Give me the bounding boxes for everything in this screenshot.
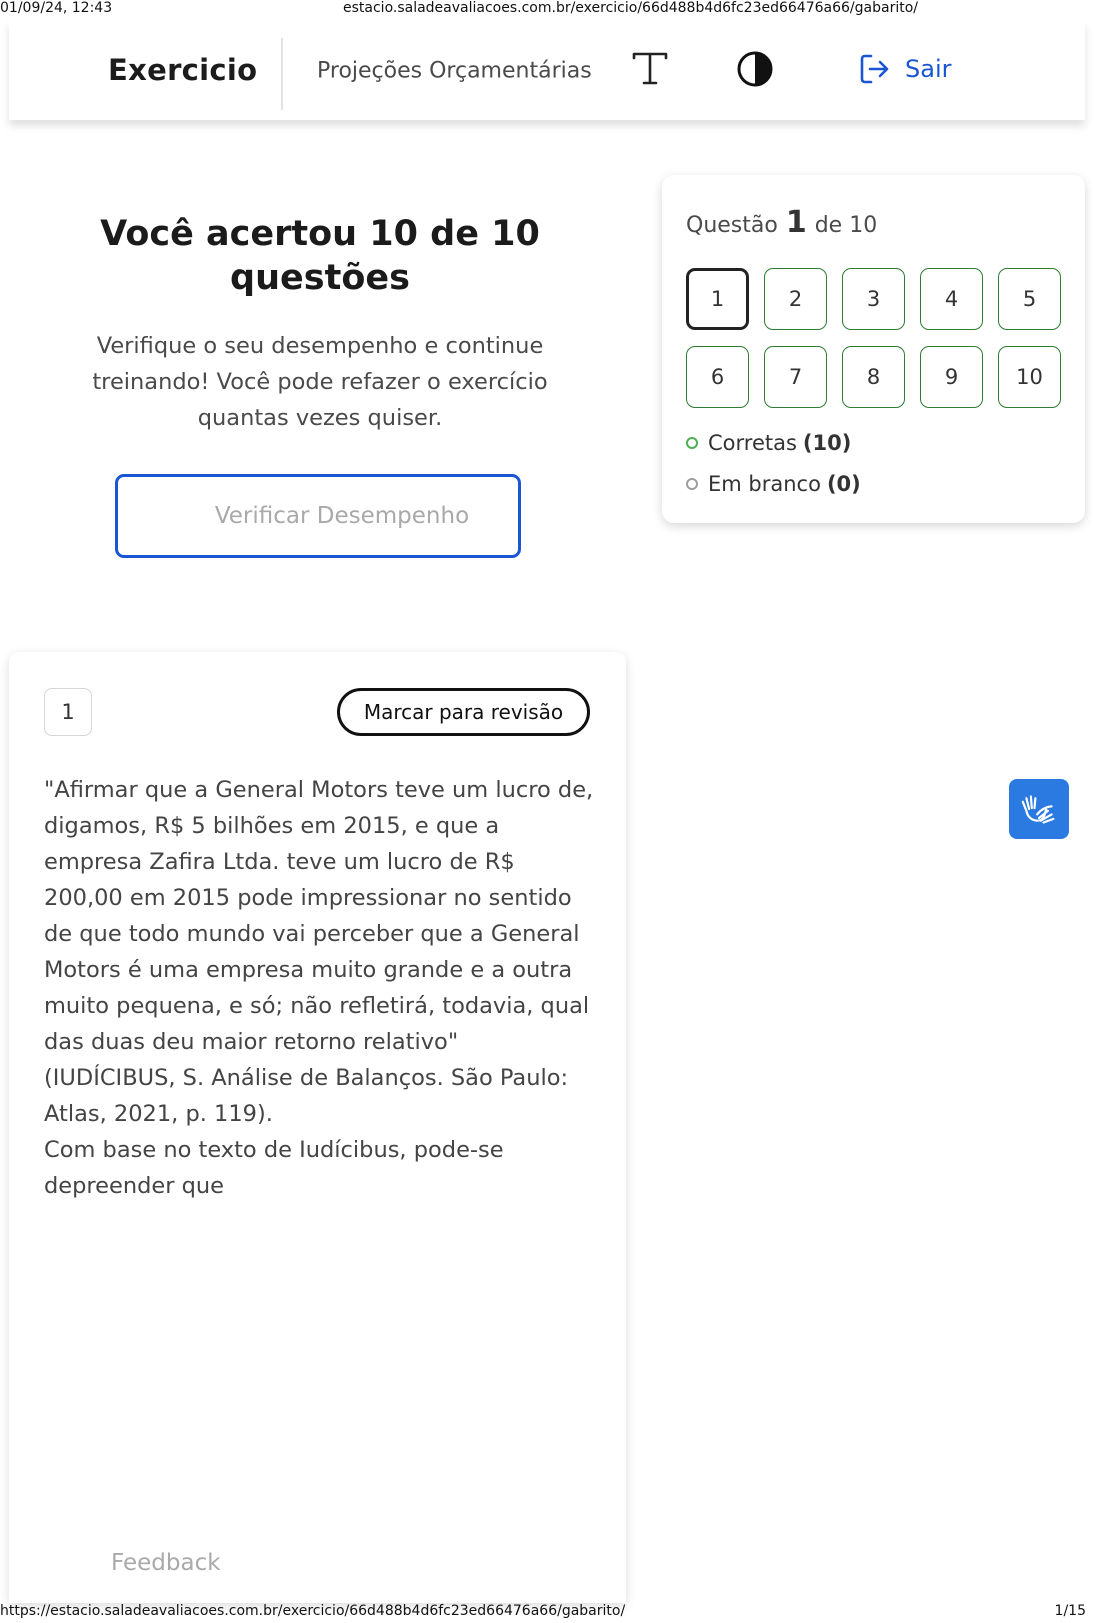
question-grid: 1 2 3 4 5 6 7 8 9 10 xyxy=(686,268,1061,408)
feedback-label[interactable]: Feedback xyxy=(111,1550,221,1576)
question-counter-current: 1 xyxy=(785,205,807,240)
nav-divider xyxy=(281,38,283,110)
legend-correct: Corretas (10) xyxy=(686,431,851,455)
question-button[interactable]: 9 xyxy=(920,346,983,408)
legend-correct-count: (10) xyxy=(802,431,852,455)
font-size-icon[interactable] xyxy=(631,48,669,88)
subject-title: Projeções Orçamentárias xyxy=(317,58,592,84)
logout-icon xyxy=(860,54,889,84)
legend-blank: Em branco (0) xyxy=(686,472,861,496)
correct-dot-icon xyxy=(686,437,698,449)
contrast-icon[interactable] xyxy=(736,50,774,88)
print-header: 01/09/24, 12:43 estacio.saladeavaliacoes… xyxy=(0,0,1094,20)
question-button[interactable]: 6 xyxy=(686,346,749,408)
question-number-badge: 1 xyxy=(44,688,92,736)
print-page-number: 1/15 xyxy=(1054,1603,1086,1619)
logout-button[interactable]: Sair xyxy=(857,50,951,88)
question-counter-prefix: Questão xyxy=(686,213,778,238)
question-statement: "Afirmar que a General Motors teve um lu… xyxy=(44,777,594,1127)
question-button[interactable]: 1 xyxy=(686,268,749,330)
question-button[interactable]: 8 xyxy=(842,346,905,408)
question-button[interactable]: 3 xyxy=(842,268,905,330)
result-description: Verifique o seu desempenho e continue tr… xyxy=(92,333,548,431)
mark-for-review-button[interactable]: Marcar para revisão xyxy=(337,688,590,736)
question-navigator: Questão 1 de 10 1 2 3 4 5 6 7 8 9 10 Cor… xyxy=(662,175,1085,523)
question-button[interactable]: 10 xyxy=(998,346,1061,408)
question-counter-suffix: de 10 xyxy=(814,213,878,238)
logout-label: Sair xyxy=(905,55,952,83)
legend-blank-label: Em branco xyxy=(708,472,821,496)
question-prompt: Com base no texto de Iudícibus, pode-se … xyxy=(44,1137,504,1199)
result-title: Você acertou 10 de 10 questões xyxy=(100,214,540,298)
print-url: https://estacio.saladeavaliacoes.com.br/… xyxy=(0,1603,626,1619)
question-text: "Afirmar que a General Motors teve um lu… xyxy=(44,772,594,1204)
top-navbar: Exercicio Projeções Orçamentárias Sair xyxy=(9,20,1085,120)
sign-language-button[interactable] xyxy=(1009,779,1069,839)
question-card: 1 Marcar para revisão "Afirmar que a Gen… xyxy=(9,652,626,1603)
print-datetime: 01/09/24, 12:43 xyxy=(0,0,113,16)
legend-blank-count: (0) xyxy=(826,472,861,496)
question-button[interactable]: 4 xyxy=(920,268,983,330)
sign-language-icon xyxy=(1021,795,1055,824)
legend-correct-label: Corretas xyxy=(708,431,797,455)
print-footer: https://estacio.saladeavaliacoes.com.br/… xyxy=(0,1603,1094,1623)
question-counter: Questão 1 de 10 xyxy=(686,205,877,240)
verify-performance-button[interactable]: Verificar Desempenho xyxy=(115,474,521,558)
question-button[interactable]: 7 xyxy=(764,346,827,408)
brand-title: Exercicio xyxy=(108,53,258,87)
question-button[interactable]: 2 xyxy=(764,268,827,330)
print-title: estacio.saladeavaliacoes.com.br/exercici… xyxy=(343,0,918,16)
blank-dot-icon xyxy=(686,478,698,490)
question-button[interactable]: 5 xyxy=(998,268,1061,330)
